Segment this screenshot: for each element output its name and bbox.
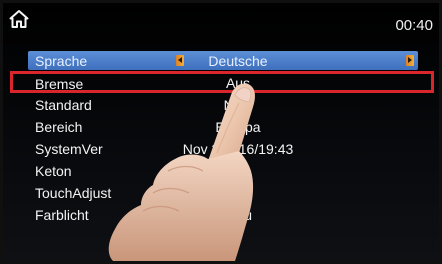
device-bezel: 00:40 Sprache Deutsche Bremse Aus Standa… bbox=[0, 0, 442, 264]
menu-row-farblicht[interactable]: Farblicht Blau bbox=[28, 205, 418, 225]
menu-row-sprache[interactable]: Sprache Deutsche bbox=[28, 51, 418, 70]
menu-value: Aus bbox=[225, 163, 251, 179]
menu-value: Nov 3 2016/19:43 bbox=[182, 141, 294, 157]
home-icon[interactable] bbox=[9, 9, 29, 29]
menu-value: Nein bbox=[223, 97, 253, 113]
menu-row-systemver[interactable]: SystemVer Nov 3 2016/19:43 bbox=[28, 139, 418, 159]
menu-value: Europa bbox=[215, 119, 261, 135]
menu-label: Sprache bbox=[35, 53, 88, 69]
menu-label: Keton bbox=[35, 163, 72, 179]
menu-label: Bremse bbox=[35, 76, 84, 92]
menu-label: Bereich bbox=[35, 119, 83, 135]
menu-label: SystemVer bbox=[35, 141, 103, 157]
menu-label: TouchAdjust bbox=[35, 185, 112, 201]
menu-row-standard[interactable]: Standard Nein bbox=[28, 95, 418, 115]
menu-value: Aus bbox=[225, 75, 251, 91]
menu-row-keton[interactable]: Keton Aus bbox=[28, 161, 418, 181]
menu-row-touchadjust[interactable]: TouchAdjust [ + ] bbox=[28, 183, 418, 203]
menu-value: Deutsche bbox=[208, 53, 268, 69]
arrow-right-icon[interactable] bbox=[406, 55, 414, 66]
menu-label: Farblicht bbox=[35, 207, 89, 223]
menu-row-bereich[interactable]: Bereich Europa bbox=[28, 117, 418, 137]
menu-value: Blau bbox=[223, 207, 253, 223]
menu-label: Standard bbox=[35, 97, 92, 113]
screen: 00:40 Sprache Deutsche Bremse Aus Standa… bbox=[3, 3, 439, 261]
menu-value: [ + ] bbox=[226, 185, 250, 201]
clock: 00:40 bbox=[395, 17, 433, 34]
menu-row-bremse[interactable]: Bremse Aus bbox=[28, 74, 418, 94]
